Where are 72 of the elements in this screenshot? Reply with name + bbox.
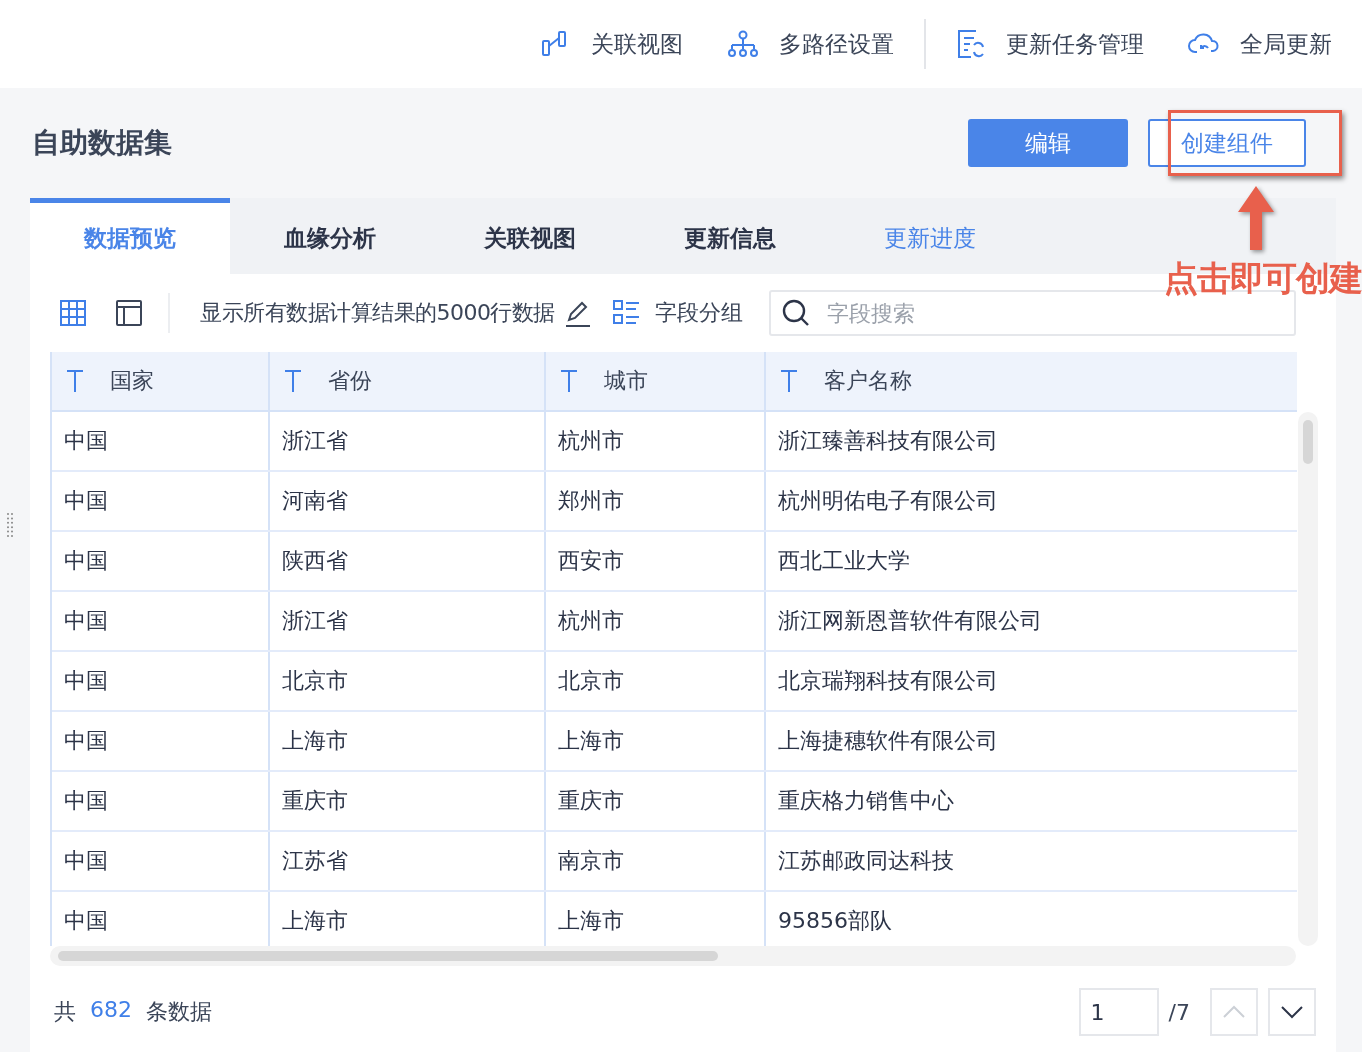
tab[interactable]: 血缘分析 bbox=[230, 198, 430, 274]
toolbar-button[interactable]: 多路径设置 bbox=[727, 28, 894, 60]
table-cell: 郑州市 bbox=[546, 472, 766, 530]
table-cell: 杭州市 bbox=[546, 412, 766, 470]
table-cell: 上海市 bbox=[270, 712, 546, 770]
text-type-icon bbox=[560, 370, 578, 392]
column-header: 省份 bbox=[270, 352, 546, 410]
table-cell: 重庆市 bbox=[546, 772, 766, 830]
table-cell: 河南省 bbox=[270, 472, 546, 530]
table-cell: 杭州市 bbox=[546, 592, 766, 650]
column-header: 国家 bbox=[52, 352, 270, 410]
table-cell-text: 江苏邮政同达科技 bbox=[777, 847, 955, 875]
text-type-icon bbox=[66, 370, 84, 392]
column-header: 城市 bbox=[546, 352, 766, 410]
table-cell: 中国 bbox=[52, 772, 270, 830]
table-cell: 北京市 bbox=[546, 652, 766, 710]
table-cell: 中国 bbox=[52, 532, 270, 590]
edit-button[interactable]: 编辑 bbox=[968, 119, 1128, 167]
next-page-button[interactable] bbox=[1268, 988, 1316, 1036]
list-group-icon bbox=[613, 300, 641, 326]
info-text: 显示所有数据计算结果的5000行数据 bbox=[200, 299, 555, 327]
up-arrow bbox=[1236, 184, 1276, 252]
table-cell: 浙江省 bbox=[270, 412, 546, 470]
table-cell: 中国 bbox=[52, 712, 270, 770]
chevron-up-icon bbox=[1222, 1005, 1246, 1019]
table-cell-text: 重庆格力销售中心 bbox=[777, 787, 955, 815]
horizontal-scrollbar[interactable] bbox=[50, 946, 1296, 966]
drag-handle-icon[interactable] bbox=[6, 512, 14, 538]
chevron-down-icon bbox=[1280, 1005, 1304, 1019]
table-cell-text: 浙江臻善科技有限公司 bbox=[777, 427, 999, 455]
table-cell-text: 北京瑞翔科技有限公司 bbox=[777, 667, 999, 695]
toolbar-button[interactable]: 更新任务管理 bbox=[956, 28, 1144, 60]
table-cell: 浙江省 bbox=[270, 592, 546, 650]
table-cell: 中国 bbox=[52, 592, 270, 650]
page-input[interactable]: 1 bbox=[1078, 988, 1159, 1036]
table-cell: 北京市 bbox=[270, 652, 546, 710]
count-label: 条数据 bbox=[146, 998, 212, 1026]
field-group-button[interactable]: 字段分组 bbox=[613, 298, 743, 328]
hierarchy-icon bbox=[727, 30, 759, 58]
table-cell: 中国 bbox=[52, 832, 270, 890]
page-title: 自助数据集 bbox=[31, 125, 172, 161]
table-cell: 中国 bbox=[52, 412, 270, 470]
table-cell-text: 上海捷穗软件有限公司 bbox=[777, 727, 999, 755]
table-cell: 西安市 bbox=[546, 532, 766, 590]
table-cell: 重庆市 bbox=[270, 772, 546, 830]
table-view-icon[interactable] bbox=[60, 300, 86, 326]
tab[interactable]: 数据预览 bbox=[30, 198, 230, 274]
column-header: 客户名称 bbox=[766, 352, 1297, 410]
toolbar-button[interactable]: 全局更新 bbox=[1188, 28, 1332, 60]
text-type-icon bbox=[284, 370, 302, 392]
toolbar-button[interactable]: 关联视图 bbox=[541, 28, 683, 60]
table-cell: 上海市 bbox=[546, 712, 766, 770]
row-count: 682 bbox=[90, 997, 132, 1024]
vertical-scrollbar[interactable] bbox=[1298, 412, 1318, 946]
table-cell: 江苏省 bbox=[270, 832, 546, 890]
create-button[interactable]: 创建组件 bbox=[1148, 119, 1306, 167]
table-cell: 中国 bbox=[52, 652, 270, 710]
edit-icon[interactable] bbox=[565, 299, 591, 327]
page-total: /7 bbox=[1168, 999, 1190, 1025]
count-label: 共 bbox=[54, 998, 76, 1026]
layout-view-icon[interactable] bbox=[116, 300, 142, 326]
table-cell: 南京市 bbox=[546, 832, 766, 890]
table-cell-text: 杭州明佑电子有限公司 bbox=[777, 487, 999, 515]
table-cell: 中国 bbox=[52, 472, 270, 530]
table-cell-text: 浙江网新恩普软件有限公司 bbox=[777, 607, 1043, 635]
table-cell: 陕西省 bbox=[270, 532, 546, 590]
table-cell-text: 西北工业大学 bbox=[777, 547, 911, 575]
task-refresh-icon bbox=[956, 29, 986, 59]
text-type-icon bbox=[780, 370, 798, 392]
tab[interactable]: 关联视图 bbox=[430, 198, 630, 274]
table-cell-text: 95856部队 bbox=[777, 907, 893, 935]
tab[interactable]: 更新信息 bbox=[630, 198, 830, 274]
